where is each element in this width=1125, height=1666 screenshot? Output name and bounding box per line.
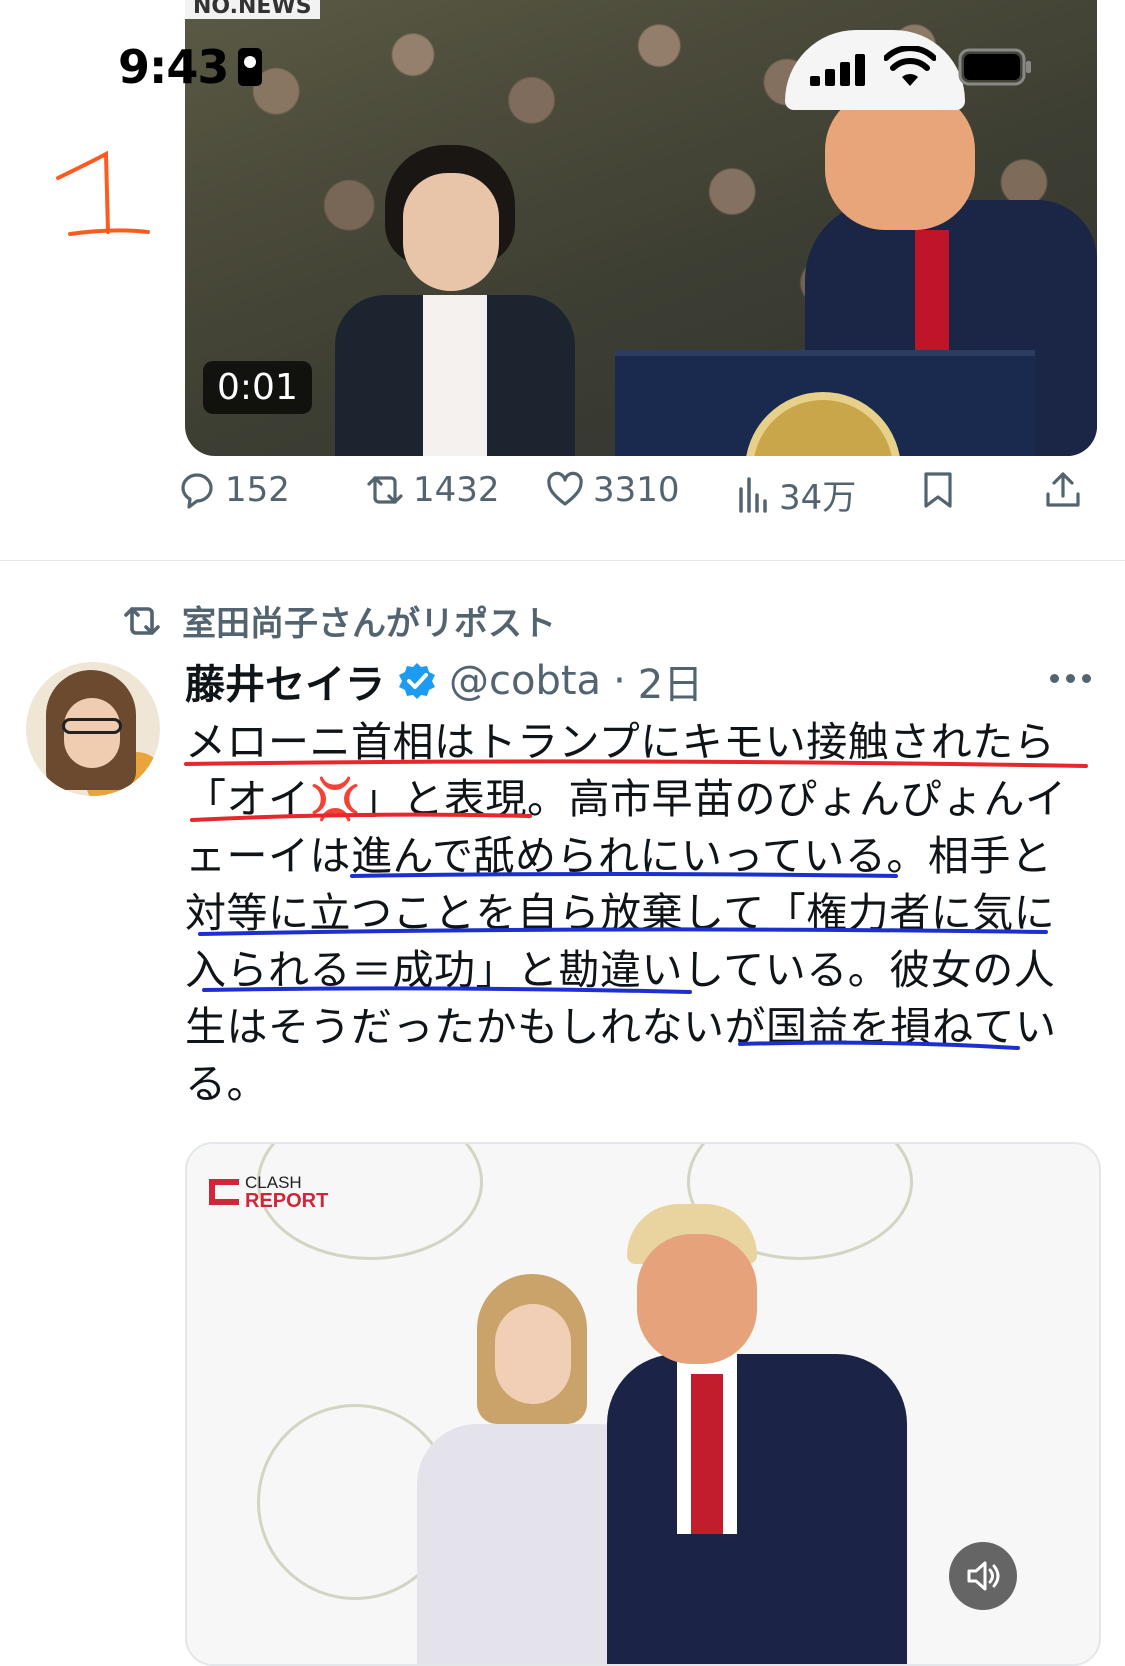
speaker-muted-icon — [967, 1561, 1000, 1591]
portrait-lock-icon — [238, 48, 262, 86]
author-handle[interactable]: @cobta — [449, 658, 601, 704]
tweet-text-line: 対等に立つことを自ら放棄して「権力者に気に — [185, 889, 1056, 937]
video-thumbnail[interactable]: CLASH REPORT — [185, 1142, 1101, 1666]
heart-icon — [547, 471, 583, 506]
clash-report-logo: CLASH REPORT — [209, 1174, 329, 1212]
tweet-text-line: メローニ首相はトランプにキモい接触されたら — [185, 718, 1056, 766]
tweet-text-line: 生はそうだったかもしれないが国益を損ねてい — [185, 1003, 1057, 1051]
tweet-text-line: ェーイは進んで舐められにいっている。相手と — [185, 832, 1053, 880]
tweet-time[interactable]: 2日 — [638, 652, 703, 710]
tweet-text: メローニ首相はトランプにキモい接触されたら 「オイ💢」と表現。高市早苗のぴょんぴ… — [185, 714, 1095, 1113]
status-time: 9:43 — [118, 40, 229, 94]
video-person-left — [335, 145, 575, 456]
tweet-divider — [0, 560, 1125, 561]
tweet-text-line: 入られる＝成功」と勘違いしている。彼女の人 — [185, 946, 1056, 994]
like-count: 3310 — [593, 470, 680, 510]
meta-separator: · — [613, 658, 626, 704]
tweet-header: 藤井セイラ @cobta · 2日 — [185, 652, 703, 710]
video-person-right — [587, 1204, 907, 1664]
share-button[interactable] — [1043, 470, 1083, 510]
reply-button[interactable]: 152 — [177, 470, 290, 510]
repost-icon — [367, 476, 403, 504]
like-button[interactable]: 3310 — [545, 470, 680, 510]
more-options-icon[interactable] — [1050, 674, 1091, 683]
share-icon — [1046, 472, 1080, 507]
podium — [615, 350, 1035, 456]
repost-button[interactable]: 1432 — [365, 470, 500, 510]
battery-icon — [958, 48, 1031, 86]
repost-count: 1432 — [413, 470, 500, 510]
author-name[interactable]: 藤井セイラ — [185, 652, 385, 710]
repost-context[interactable]: 室田尚子さんがリポスト — [120, 596, 556, 645]
bookmark-icon — [924, 472, 952, 508]
wifi-icon — [884, 46, 936, 86]
brand-line2: REPORT — [245, 1190, 329, 1212]
bookmark-button[interactable] — [920, 470, 956, 510]
tweet-text-line: 「オイ💢」と表現。高市早苗のぴょんぴょんイ — [185, 775, 1067, 823]
tweet-text-line: る。 — [185, 1060, 268, 1108]
repost-icon — [124, 606, 160, 635]
verified-badge-icon — [399, 663, 435, 699]
mute-button[interactable] — [949, 1542, 1017, 1610]
reply-count: 152 — [225, 470, 290, 510]
reposted-by-label: 室田尚子さんがリポスト — [182, 604, 556, 644]
avatar[interactable] — [26, 662, 160, 796]
video-timestamp: 0:01 — [203, 361, 312, 414]
views-button[interactable]: 34万 — [735, 470, 856, 519]
reply-icon — [181, 473, 213, 509]
status-bar: 9:43 — [0, 0, 1125, 120]
bar-chart-icon — [739, 476, 767, 513]
handwritten-number-annotation — [56, 150, 150, 236]
tweet-action-bar: 152 1432 3310 34万 — [181, 470, 1097, 540]
cellular-signal-icon — [810, 52, 866, 86]
views-count: 34万 — [779, 478, 857, 518]
